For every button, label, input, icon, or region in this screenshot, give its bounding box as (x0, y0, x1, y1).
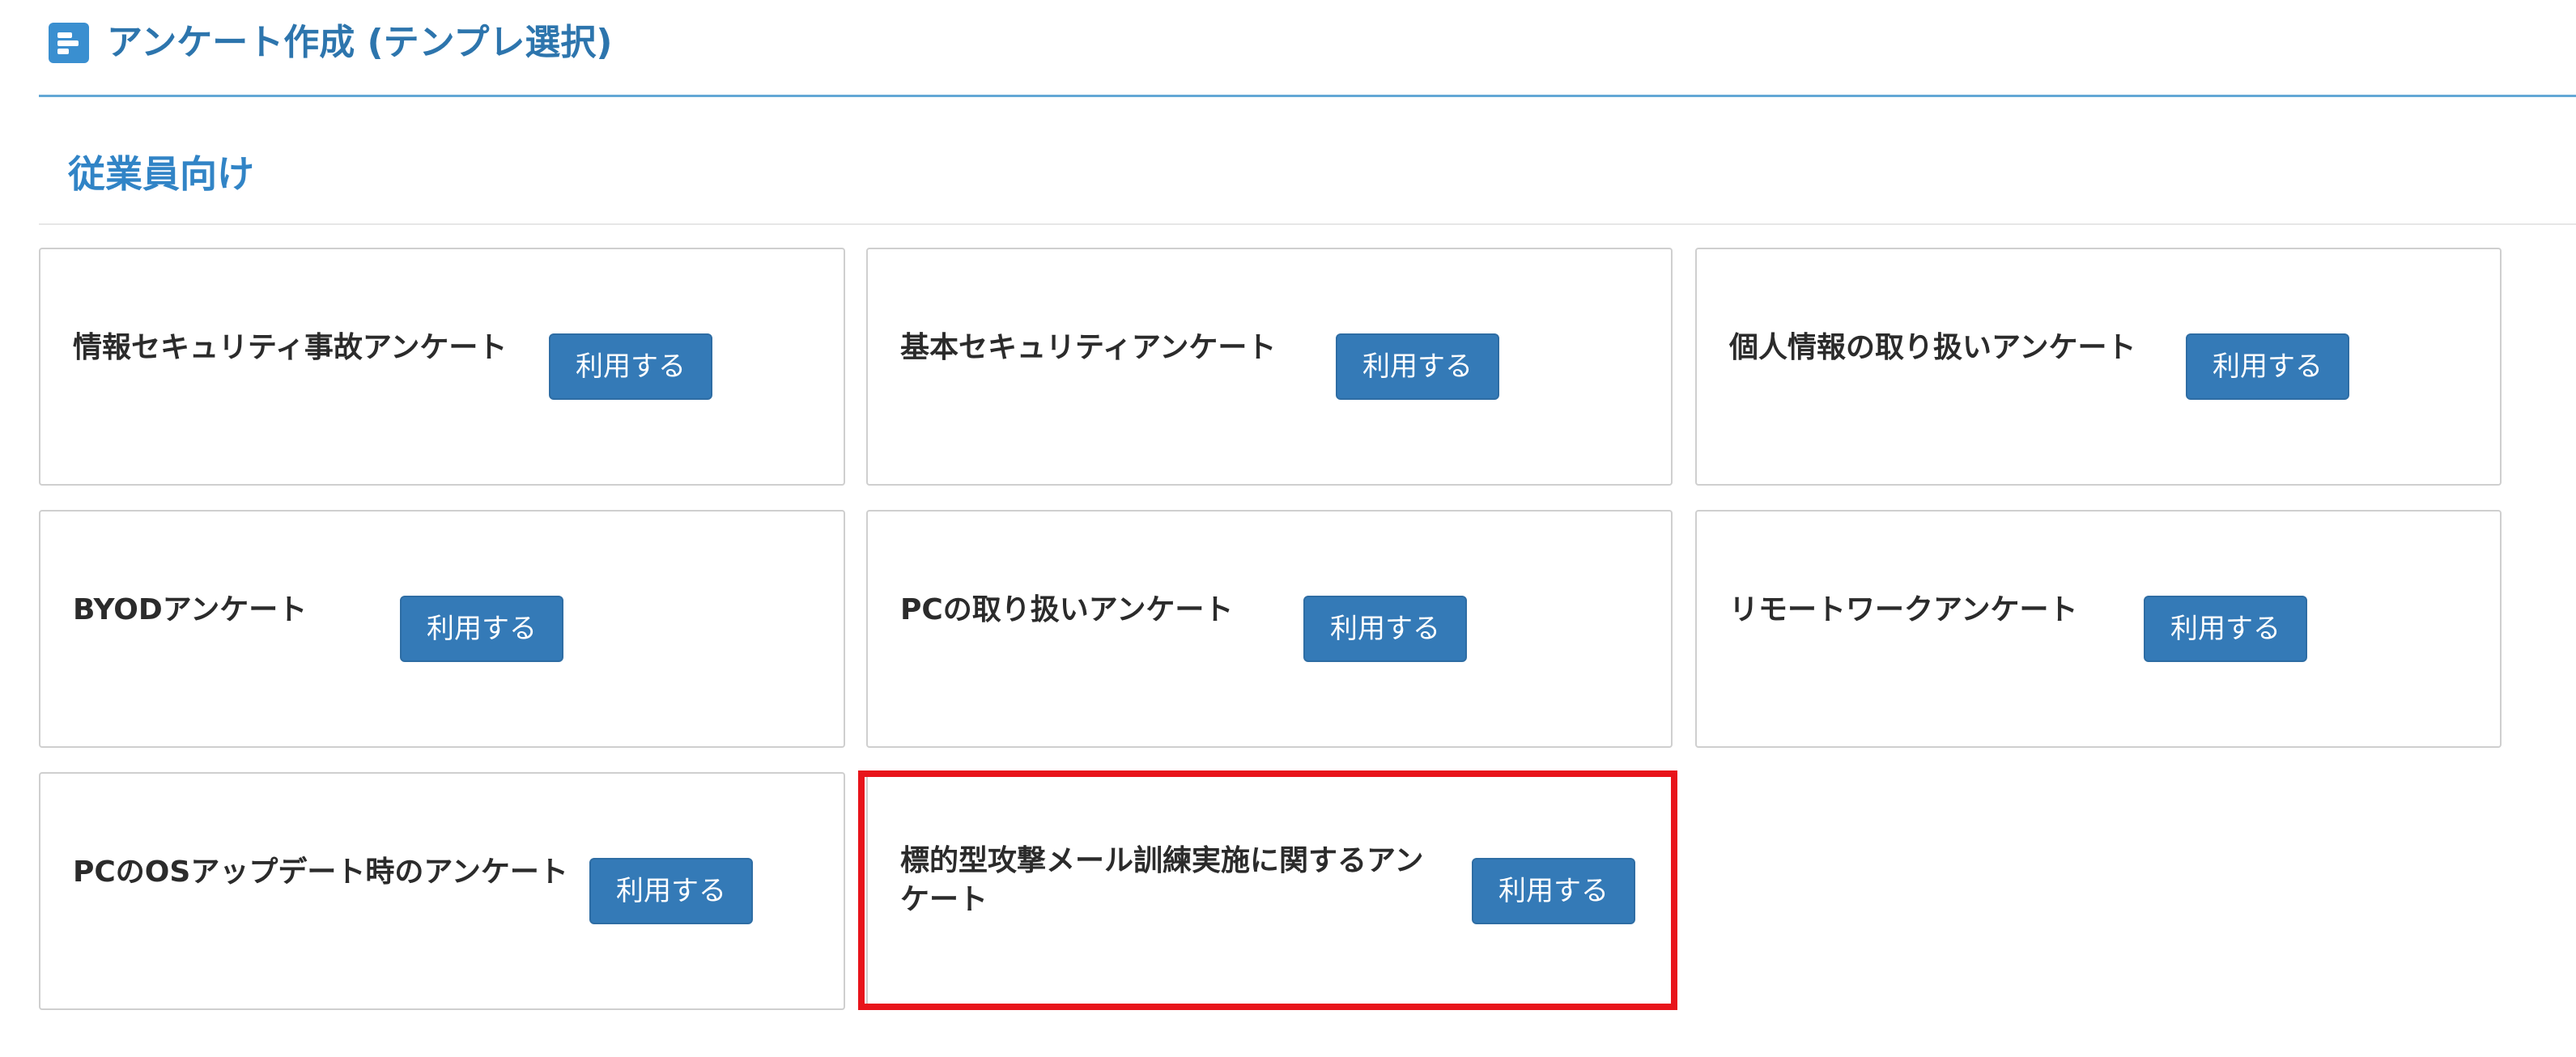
page-title: アンケート作成 (テンプレ選択) (107, 22, 613, 63)
template-card: リモートワークアンケート 利用する (1695, 510, 2502, 748)
use-template-button[interactable]: 利用する (549, 333, 712, 400)
use-template-button[interactable]: 利用する (1472, 858, 1635, 924)
template-card: BYODアンケート 利用する (39, 510, 845, 748)
template-name: 個人情報の取り扱いアンケート (1729, 331, 2136, 364)
use-template-button[interactable]: 利用する (1303, 596, 1467, 662)
template-name: 標的型攻撃メール訓練実施に関するアンケート (900, 844, 1424, 916)
template-card: 個人情報の取り扱いアンケート 利用する (1695, 248, 2502, 486)
template-name: リモートワークアンケート (1729, 593, 2078, 626)
template-card: PCのOSアップデート時のアンケート 利用する (39, 772, 845, 1010)
use-template-button[interactable]: 利用する (2186, 333, 2349, 400)
template-card: PCの取り扱いアンケート 利用する (866, 510, 1673, 748)
use-template-button[interactable]: 利用する (400, 596, 563, 662)
template-card: 情報セキュリティ事故アンケート 利用する (39, 248, 845, 486)
template-name: 基本セキュリティアンケート (900, 331, 1277, 364)
template-card: 基本セキュリティアンケート 利用する (866, 248, 1673, 486)
page: アンケート作成 (テンプレ選択) 従業員向け 情報セキュリティ事故アンケート 利… (0, 0, 2576, 1057)
template-name: PCの取り扱いアンケート (900, 593, 1234, 626)
use-template-button[interactable]: 利用する (589, 858, 753, 924)
page-header: アンケート作成 (テンプレ選択) (39, 0, 2576, 97)
section-header: 従業員向け (39, 129, 2576, 225)
template-name: PCのOSアップデート時のアンケート (73, 855, 568, 889)
use-template-button[interactable]: 利用する (2144, 596, 2307, 662)
section-title: 従業員向け (68, 152, 254, 196)
use-template-button[interactable]: 利用する (1336, 333, 1499, 400)
template-card: 標的型攻撃メール訓練実施に関するアンケート 利用する (866, 772, 1673, 1010)
form-list-icon (49, 23, 89, 63)
template-name: 情報セキュリティ事故アンケート (73, 331, 508, 364)
template-name: BYODアンケート (73, 593, 308, 626)
